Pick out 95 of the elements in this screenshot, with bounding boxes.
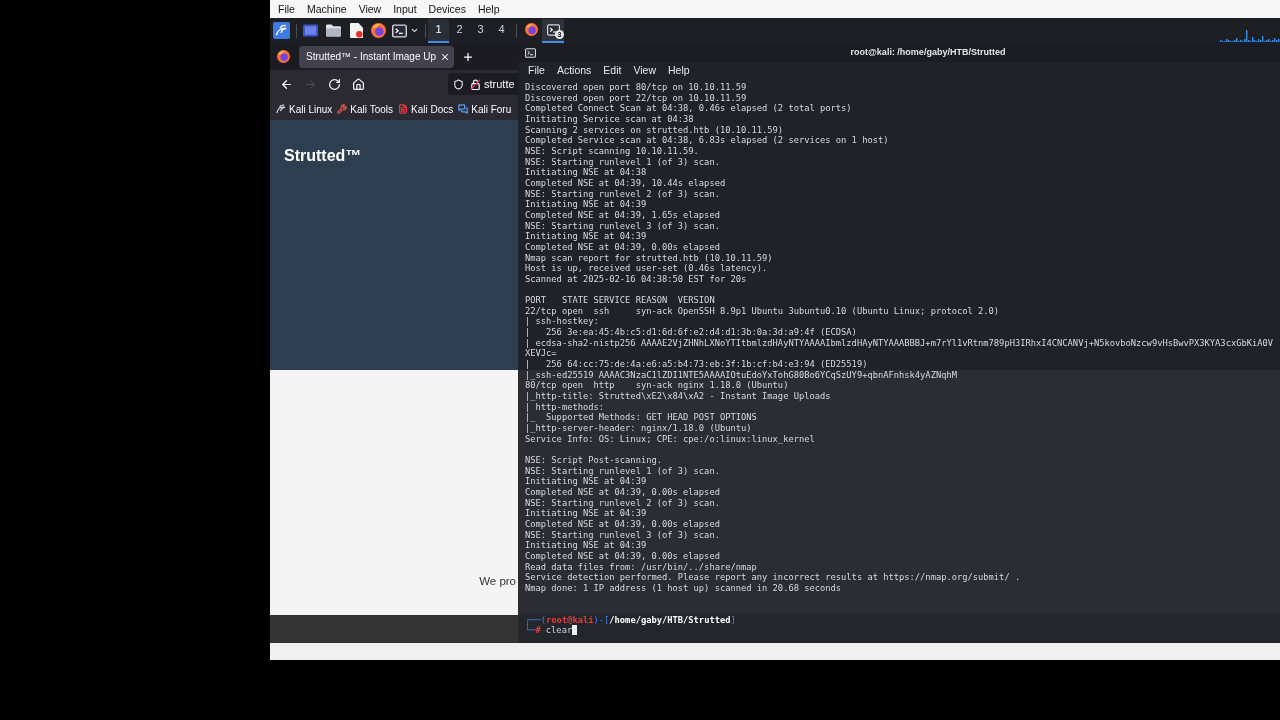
- output-line: Completed NSE at 04:39, 0.00s elapsed: [525, 518, 720, 530]
- menu-item[interactable]: File: [526, 63, 547, 79]
- output-line: NSE: Starting runlevel 1 (of 3) scan.: [525, 465, 720, 477]
- crossed-lock-icon: [470, 78, 481, 90]
- bookmark-link[interactable]: Kali Foru: [471, 101, 512, 117]
- site-title: Strutted™: [284, 147, 362, 164]
- browser-icon: [524, 23, 538, 36]
- menu-item[interactable]: Input: [389, 2, 421, 16]
- output-line: Read data files from: /usr/bin/../share/nmap: [525, 561, 757, 573]
- output-line: 22/tcp open ssh syn-ack OpenSSH 8.9p1 Ubuntu 3ubuntu0.10 (Ubuntu Linux; protocol 2.0): [525, 305, 1000, 317]
- url-text: strutte: [484, 76, 515, 92]
- menu-item[interactable]: Devices: [424, 2, 470, 16]
- output-line: Initiating NSE at 04:39: [525, 199, 647, 210]
- terminal-icon: [546, 23, 560, 36]
- browser-icon[interactable]: [371, 23, 386, 38]
- menu-item[interactable]: Actions: [554, 63, 594, 79]
- output-line: 80/tcp open http syn-ack nginx 1.18.0 (Ubuntu): [525, 380, 789, 392]
- document-icon: [398, 104, 408, 114]
- browser-tab[interactable]: Strutted™ - Instant Image Up: [299, 45, 455, 68]
- address-field[interactable]: strutte: [448, 73, 518, 95]
- output-line: Initiating Service scan at 04:38: [525, 113, 694, 125]
- close-icon: [440, 51, 451, 62]
- dragon-icon: [276, 104, 286, 114]
- text-cursor: [572, 625, 578, 636]
- folder-icon[interactable]: [326, 24, 341, 37]
- desktop-icon[interactable]: [303, 24, 318, 37]
- caret-icon[interactable]: [410, 26, 419, 35]
- workspace-button[interactable]: 1: [428, 18, 449, 43]
- workspace-button[interactable]: 3: [470, 18, 491, 43]
- output-line: Initiating NSE at 04:39: [525, 476, 647, 487]
- prompt-line: ┌──(root@kali)-[/home/gaby/HTB/Strutted]: [525, 614, 736, 625]
- menu-item[interactable]: Help: [666, 63, 692, 79]
- output-line: Scanned at 2025-02-16 04:38:50 EST for 20s: [525, 273, 747, 285]
- output-line: NSE: Starting runlevel 2 (of 3) scan.: [525, 188, 720, 200]
- output-line: Service Info: OS: Linux; CPE: cpe:/o:linux:linux_kernel: [525, 433, 815, 445]
- menu-item[interactable]: View: [631, 63, 659, 79]
- output-line: Completed NSE at 04:39, 1.65s elapsed: [525, 209, 720, 221]
- output-line: | 256 3e:ea:45:4b:c5:d1:6d:6f:e2:d4:d1:3b:0a:3d:a9:4f (ECDSA): [525, 327, 857, 338]
- output-line: Host is up, received user-set (0.46s latency).: [525, 263, 768, 274]
- output-line: XEVJc=: [525, 348, 557, 360]
- output-line: NSE: Starting runlevel 1 (of 3) scan.: [525, 156, 720, 168]
- output-line: Initiating NSE at 04:39: [525, 540, 647, 551]
- output-line: NSE: Starting runlevel 2 (of 3) scan.: [525, 497, 720, 509]
- output-line: |_ssh-ed25519 AAAAC3NzaC1lZDI1NTE5AAAAIOtuEdoYxTohG80Bo6YCqSzUY9+qbnAFnhsk4yAZNqhM: [525, 369, 957, 381]
- network-activity-graph: [1220, 30, 1280, 42]
- terminal-icon: [525, 47, 536, 58]
- prompt-symbol: └─#: [525, 625, 541, 636]
- output-line: Initiating NSE at 04:39: [525, 508, 647, 519]
- output-line: | ssh-hostkey:: [525, 316, 599, 328]
- output-line: Completed NSE at 04:39, 0.00s elapsed: [525, 241, 720, 253]
- menu-item[interactable]: View: [354, 2, 386, 16]
- output-line: Service detection performed. Please report any incorrect results at https://nmap.org/submit/ .: [525, 572, 1021, 583]
- output-line: Discovered open port 22/tcp on 10.10.11.59: [525, 92, 747, 104]
- browser-icon: [277, 50, 290, 63]
- window-title: root@kali: /home/gaby/HTB/Strutted: [850, 45, 1006, 59]
- workspace-button[interactable]: 4: [491, 18, 512, 43]
- output-line: Scanning 2 services on strutted.htb (10.10.11.59): [525, 124, 784, 136]
- output-line: | http-methods:: [525, 401, 605, 413]
- output-line: Completed NSE at 04:39, 0.00s elapsed: [525, 550, 720, 562]
- output-line: Discovered open port 80/tcp on 10.10.11.59: [525, 82, 747, 93]
- output-line: Nmap scan report for strutted.htb (10.10.11.59): [525, 252, 773, 264]
- output-line: NSE: Starting runlevel 3 (of 3) scan.: [525, 220, 720, 232]
- menu-item[interactable]: Help: [473, 2, 504, 16]
- output-line: |_http-server-header: nginx/1.18.0 (Ubuntu): [525, 423, 752, 434]
- chat-icon: [458, 104, 469, 114]
- output-line: | 256 64:cc:75:de:4a:e6:a5:b4:73:eb:3f:1b:cf:b4:e3:94 (ED25519): [525, 359, 868, 370]
- output-line: Completed Service scan at 04:38, 6.83s elapsed (2 services on 1 host): [525, 135, 889, 146]
- wrench-icon: [337, 104, 348, 114]
- workspace-button[interactable]: 2: [449, 18, 470, 43]
- output-line: Initiating NSE at 04:38: [525, 167, 647, 178]
- document-icon[interactable]: [350, 23, 363, 38]
- intro-text: We pro: [479, 574, 516, 589]
- output-line: |_http-title: Strutted\xE2\x84\xA2 - Instant Image Uploads: [525, 391, 831, 402]
- command-text: clear: [545, 625, 573, 636]
- output-line: Nmap done: 1 IP address (1 host up) scanned in 20.68 seconds: [525, 582, 842, 594]
- output-line: |_ Supported Methods: GET HEAD POST OPTIONS: [525, 412, 757, 423]
- bookmark-link[interactable]: Kali Docs: [411, 101, 454, 117]
- output-line: NSE: Script scanning 10.10.11.59.: [525, 145, 699, 157]
- bookmark-link[interactable]: Kali Linux: [289, 101, 333, 117]
- terminal-icon[interactable]: [392, 23, 407, 38]
- app-menu-icon[interactable]: [273, 22, 290, 39]
- plus-icon: [462, 50, 475, 63]
- menu-item[interactable]: Edit: [601, 63, 624, 79]
- output-line: Completed NSE at 04:39, 0.00s elapsed: [525, 486, 720, 498]
- menu-item[interactable]: File: [274, 2, 299, 16]
- output-line: Initiating NSE at 04:39: [525, 231, 647, 242]
- menu-item[interactable]: Machine: [302, 2, 351, 16]
- output-line: | ecdsa-sha2-nistp256 AAAAE2VjZHNhLXNoYTItbmlzdHAyNTYAAAAIbmlzdHAyNTYAAABBBJ+m7rYl1vRtnm789pH3IRhxI4CNCANVj+N5kovboNzcw9vHsBwvPX3KYA3cxGbKiA0V: [525, 337, 1274, 349]
- bookmark-link[interactable]: Kali Tools: [350, 101, 393, 117]
- output-line: NSE: Script Post-scanning.: [525, 454, 662, 466]
- output-line: PORT STATE SERVICE REASON VERSION: [525, 295, 715, 306]
- output-line: Completed NSE at 04:39, 10.44s elapsed: [525, 177, 726, 189]
- output-line: Completed Connect Scan at 04:38, 0.46s elapsed (2 total ports): [525, 103, 852, 114]
- shield-icon: [453, 78, 464, 90]
- output-line: NSE: Starting runlevel 3 (of 3) scan.: [525, 529, 720, 541]
